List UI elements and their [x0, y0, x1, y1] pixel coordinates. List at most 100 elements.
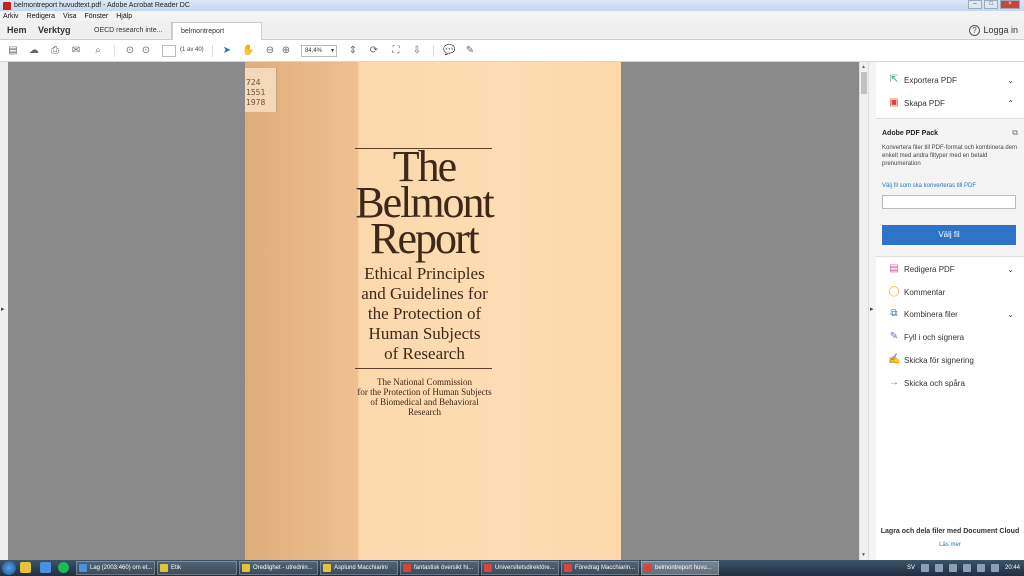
clipboard-icon[interactable]: ⧉ [1012, 128, 1018, 138]
search-icon[interactable]: ⌕ [92, 45, 104, 57]
clock[interactable]: 20:44 [1005, 565, 1020, 571]
cover-organization: The National Commission for the Protecti… [347, 377, 502, 417]
scroll-down-icon[interactable]: ▼ [861, 552, 866, 558]
folder-icon [160, 564, 168, 572]
tool-label: Redigera PDF [904, 264, 955, 274]
tool-fill-sign[interactable]: ✎ Fyll i och signera [876, 326, 1024, 348]
tool-export-pdf[interactable]: ⇱ Exportera PDF ⌄ [876, 69, 1024, 91]
vertical-scrollbar[interactable]: ▲ ▼ [859, 62, 868, 560]
send-for-signature-icon: ✍ [888, 354, 901, 365]
chrome-icon[interactable] [40, 562, 51, 573]
login-link[interactable]: Logga in [983, 25, 1018, 35]
taskbar-button[interactable]: Asplund Macchiarini [320, 561, 398, 575]
file-input[interactable] [882, 195, 1016, 209]
menu-hjalp[interactable]: Hjälp [116, 13, 132, 20]
create-pdf-icon: ▣ [889, 97, 899, 108]
chevron-down-icon[interactable]: ⌄ [1007, 76, 1014, 85]
email-icon[interactable]: ✉ [70, 45, 82, 57]
toolbar-divider [433, 45, 434, 57]
menu-fonster[interactable]: Fönster [84, 13, 108, 20]
tool-send-for-signature[interactable]: ✍ Skicka för signering [876, 349, 1024, 371]
subtitle-line: of Research [384, 344, 465, 363]
menu-redigera[interactable]: Redigera [27, 13, 55, 20]
org-line: Research [408, 407, 441, 417]
read-more-link[interactable]: Läs mer [876, 542, 1024, 548]
wifi-icon[interactable] [990, 564, 999, 572]
scroll-up-icon[interactable]: ▲ [861, 64, 866, 70]
subtitle-line: the Protection of [367, 304, 482, 323]
taskbar-button[interactable]: fantastisk översikt hi... [400, 561, 479, 575]
select-file-button[interactable]: Välj fil [882, 225, 1016, 245]
close-window-button[interactable]: × [1000, 0, 1020, 9]
print-icon[interactable]: ⎙ [49, 45, 61, 57]
battery-icon[interactable] [962, 564, 971, 572]
volume-icon[interactable] [976, 564, 985, 572]
tool-send-track[interactable]: → Skicka och spåra [876, 372, 1024, 394]
subtitle-line: and Guidelines for [361, 284, 488, 303]
left-panel-toggle[interactable]: ▸ [0, 62, 8, 560]
scrollbar-thumb[interactable] [861, 72, 867, 94]
pen-sign-icon[interactable]: ✎ [464, 45, 476, 57]
explorer-icon[interactable] [20, 562, 31, 573]
taskbar-button[interactable]: Oredlighet - utrednin... [239, 561, 318, 575]
nav-tools[interactable]: Verktyg [38, 25, 71, 35]
start-button[interactable] [2, 561, 16, 575]
select-file-link[interactable]: Välj fil som ska konverteras till PDF [882, 183, 976, 189]
page-number-input[interactable] [162, 45, 176, 57]
network-icon[interactable] [920, 564, 929, 572]
maximize-button[interactable]: □ [984, 0, 998, 9]
nav-home[interactable]: Hem [7, 25, 27, 35]
zoom-in-icon[interactable]: ⊕ [280, 45, 292, 57]
chevron-down-icon: ▾ [330, 48, 334, 54]
chevron-right-icon: ▸ [870, 306, 874, 313]
cover-binding-strip [245, 62, 358, 560]
taskbar-button[interactable]: belmontreport huvu... [641, 561, 719, 575]
window-controls: – □ × [968, 0, 1020, 9]
right-panel-toggle[interactable]: ▸ [868, 62, 876, 560]
save-icon[interactable]: ▤ [7, 45, 19, 57]
tool-combine-files[interactable]: ⧉ Kombinera filer ⌄ [876, 303, 1024, 325]
pdf-file-icon [564, 564, 572, 572]
shield-icon[interactable] [934, 564, 943, 572]
zoom-out-icon[interactable]: ⊖ [264, 45, 276, 57]
folder-icon [242, 564, 250, 572]
scroll-mode-icon[interactable]: ⇩ [411, 45, 423, 57]
taskbar-label: fantastisk översikt hi... [414, 565, 474, 571]
tool-label: Skicka och spåra [904, 378, 965, 388]
chevron-up-icon[interactable]: ⌃ [1007, 99, 1014, 108]
fit-page-icon[interactable]: ⇕ [347, 45, 359, 57]
tool-comment[interactable]: ◯ Kommentar [876, 281, 1024, 303]
call-number: 724 1551 1978 [246, 78, 266, 107]
previous-page-icon[interactable]: ⊙ [124, 45, 136, 57]
upload-cloud-icon[interactable]: ☁ [28, 45, 40, 57]
comment-icon[interactable]: 💬 [443, 45, 455, 57]
hand-tool-icon[interactable]: ✋ [242, 45, 254, 57]
flag-icon[interactable] [948, 564, 957, 572]
chevron-down-icon[interactable]: ⌄ [1007, 310, 1014, 319]
title-line: Report [370, 214, 480, 263]
rotate-icon[interactable]: ⟳ [368, 45, 380, 57]
next-page-icon[interactable]: ⊙ [140, 45, 152, 57]
full-screen-icon[interactable]: ⛶ [390, 45, 402, 57]
tool-edit-pdf[interactable]: ▤ Redigera PDF ⌄ [876, 258, 1024, 280]
zoom-select[interactable]: 84,4% ▾ [301, 45, 337, 57]
help-icon[interactable]: ? [969, 25, 980, 36]
tab-oecd[interactable]: OECD research inte... [86, 22, 172, 40]
tab-belmont[interactable]: belmontreport huv...× [172, 22, 262, 54]
taskbar-button[interactable]: Föredrag Macchiarin... [561, 561, 639, 575]
menu-visa[interactable]: Visa [63, 13, 77, 20]
select-cursor-icon[interactable]: ➤ [221, 45, 233, 57]
language-indicator[interactable]: SV [907, 565, 915, 571]
tool-create-pdf[interactable]: ▣ Skapa PDF ⌃ [876, 92, 1024, 114]
minimize-button[interactable]: – [968, 0, 982, 9]
chevron-down-icon[interactable]: ⌄ [1007, 265, 1014, 274]
spotify-icon[interactable] [58, 562, 69, 573]
taskbar-button[interactable]: Universitetsdirektöre... [481, 561, 559, 575]
zoom-value: 84,4% [305, 48, 323, 54]
taskbar-button[interactable]: Lag (2003:460) om et... [76, 561, 155, 575]
taskbar-button[interactable]: Etik [157, 561, 237, 575]
toolbar: ▤ ☁ ⎙ ✉ ⌕ ⊙ ⊙ (1 av 40) ➤ ✋ ⊖ ⊕ 84,4% ▾ ⇕… [0, 40, 1024, 62]
taskbar-label: Lag (2003:460) om et... [90, 565, 153, 571]
menu-arkiv[interactable]: Arkiv [3, 13, 19, 20]
fill-sign-icon: ✎ [889, 331, 899, 342]
